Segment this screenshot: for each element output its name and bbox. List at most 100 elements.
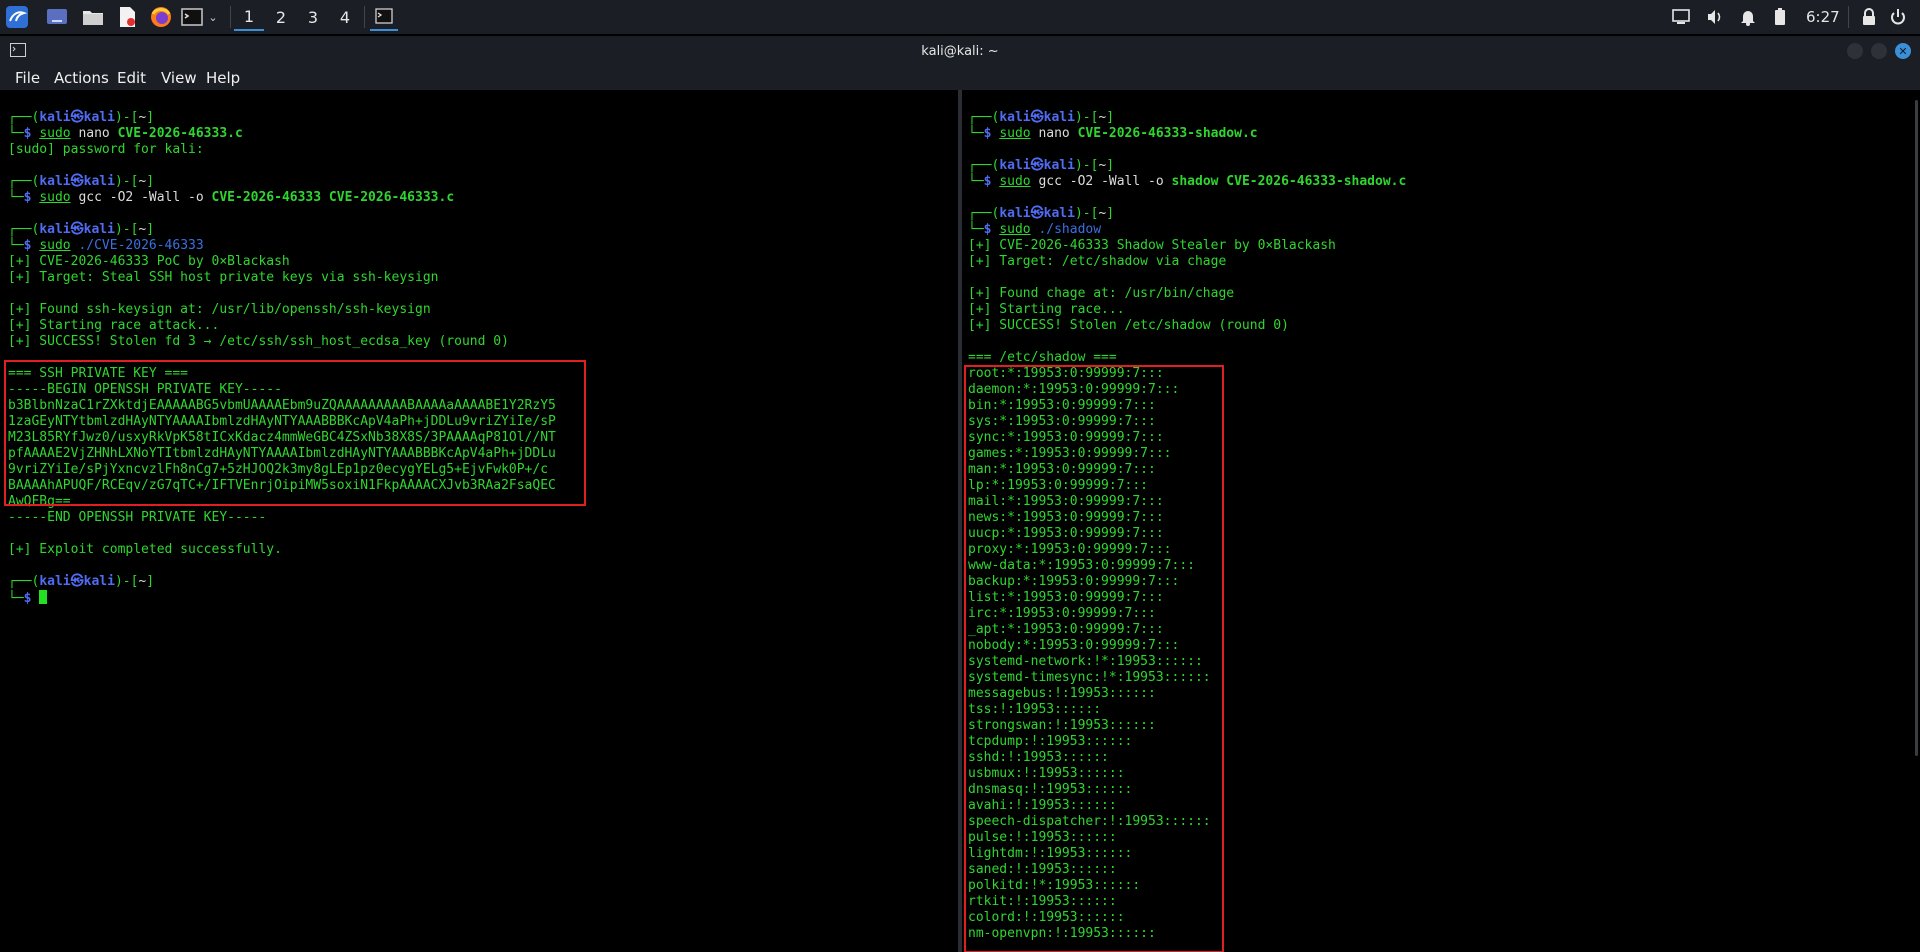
prompt-frame: )-[ (114, 110, 139, 125)
power-icon[interactable] (1890, 0, 1906, 34)
prompt-user-host: kali㉿kali (999, 110, 1075, 125)
terminal-line: └─$ sudo ./CVE-2026-46333 (8, 238, 556, 254)
terminal-line: [+] Found ssh-keysign at: /usr/lib/opens… (8, 302, 556, 318)
battery-icon[interactable] (1774, 0, 1786, 34)
menu-edit[interactable]: Edit (117, 69, 146, 87)
prompt-user-host: kali㉿kali (39, 574, 115, 589)
window-title: kali@kali: ~ (921, 43, 999, 59)
prompt-symbol: $ (983, 126, 1000, 141)
workspace-label: 3 (307, 7, 319, 27)
file-manager-icon[interactable] (80, 3, 106, 31)
prompt-symbol: $ (23, 238, 40, 253)
text-editor-icon[interactable] (114, 3, 140, 31)
terminal-line: [+] SUCCESS! Stolen fd 3 → /etc/ssh/ssh_… (8, 334, 556, 350)
workspace-2[interactable]: 2 (266, 3, 296, 31)
workspace-1[interactable]: 1 (234, 3, 264, 31)
panel-separator (364, 6, 365, 28)
command-part: shadow CVE-2026-46333-shadow.c (1171, 174, 1407, 189)
terminal-line: [+] Starting race... (968, 302, 1406, 318)
menu-file[interactable]: File (15, 69, 40, 87)
terminal-line: ┌──(kali㉿kali)-[~] (8, 110, 556, 126)
terminal-line: ┌──(kali㉿kali)-[~] (8, 574, 556, 590)
panel-separator (230, 6, 231, 28)
prompt-symbol: $ (23, 126, 40, 141)
terminal-line: [+] Target: /etc/shadow via chage (968, 254, 1406, 270)
close-icon: ✕ (1898, 44, 1908, 58)
prompt-frame: ┌──( (8, 174, 40, 189)
output-text: [+] Target: /etc/shadow via chage (968, 254, 1227, 269)
prompt-frame: └─ (8, 238, 24, 253)
clock[interactable]: 6:27 (1806, 0, 1840, 34)
terminal-line: === /etc/shadow === (968, 350, 1406, 366)
firefox-icon[interactable] (148, 3, 174, 31)
terminal-line: [+] CVE-2026-46333 PoC by 0×Blackash (8, 254, 556, 270)
output-text: [+] SUCCESS! Stolen /etc/shadow (round 0… (968, 318, 1289, 333)
terminal-line: ┌──(kali㉿kali)-[~] (8, 222, 556, 238)
prompt-frame: ┌──( (968, 110, 1000, 125)
terminal-pane-right[interactable]: ┌──(kali㉿kali)-[~] └─$ sudo nano CVE-2026… (962, 90, 1920, 952)
chevron-down-icon[interactable]: ⌄ (206, 3, 220, 31)
network-activity-graph (1508, 28, 1598, 43)
menu-view[interactable]: View (161, 69, 197, 87)
close-button[interactable]: ✕ (1895, 43, 1911, 59)
terminal-cursor (39, 590, 48, 604)
notifications-icon[interactable] (1740, 0, 1756, 34)
highlight-box-ssh-key (4, 360, 586, 506)
prompt-symbol: $ (983, 222, 1000, 237)
command-part: gcc -O2 -Wall -o (70, 190, 212, 205)
terminal-line: ┌──(kali㉿kali)-[~] (968, 110, 1406, 126)
terminal-line: ┌──(kali㉿kali)-[~] (8, 174, 556, 190)
menu-actions[interactable]: Actions (54, 69, 109, 87)
prompt-frame: )-[ (1074, 206, 1099, 221)
prompt-frame: ] (146, 174, 155, 189)
terminal-launcher-icon[interactable] (180, 3, 204, 31)
terminal-line: [+] SUCCESS! Stolen /etc/shadow (round 0… (968, 318, 1406, 334)
prompt-frame: ] (146, 574, 155, 589)
prompt-frame: ] (1106, 110, 1115, 125)
output-text: [+] Target: Steal SSH host private keys … (8, 270, 439, 285)
terminal-output: ┌──(kali㉿kali)-[~] └─$ sudo nano CVE-2026… (8, 110, 556, 606)
prompt-frame: ] (1106, 158, 1115, 173)
command-part: sudo (39, 126, 71, 141)
workspace-3[interactable]: 3 (298, 3, 328, 31)
prompt-user-host: kali㉿kali (39, 174, 115, 189)
lock-icon[interactable] (1862, 0, 1876, 34)
output-text: [+] Exploit completed successfully. (8, 542, 282, 557)
command-part: sudo (999, 174, 1031, 189)
maximize-button[interactable] (1871, 43, 1887, 59)
kali-menu-icon[interactable] (4, 3, 30, 31)
terminal-pane-left[interactable]: ┌──(kali㉿kali)-[~] └─$ sudo nano CVE-2026… (0, 90, 958, 952)
output-text: === /etc/shadow === (968, 350, 1117, 365)
terminal-line: [+] Found chage at: /usr/bin/chage (968, 286, 1406, 302)
prompt-symbol: $ (23, 190, 40, 205)
terminal-line: └─$ sudo ./shadow (968, 222, 1406, 238)
terminal-line: └─$ (8, 590, 556, 606)
command-part: nano (1030, 126, 1078, 141)
prompt-frame: )-[ (114, 174, 139, 189)
minimize-button[interactable] (1847, 43, 1863, 59)
output-text: [+] CVE-2026-46333 Shadow Stealer by 0×B… (968, 238, 1336, 253)
output-text: [+] Found chage at: /usr/bin/chage (968, 286, 1235, 301)
scrollbar[interactable] (1915, 100, 1918, 756)
terminal-line: [+] Starting race attack... (8, 318, 556, 334)
output-text: [+] Starting race... (968, 302, 1125, 317)
output-text: -----END OPENSSH PRIVATE KEY----- (8, 510, 267, 525)
display-icon[interactable] (1672, 0, 1690, 34)
menu-help[interactable]: Help (206, 69, 240, 87)
workspace-label: 1 (243, 6, 255, 26)
workspace-4[interactable]: 4 (330, 3, 360, 31)
taskbar-terminal-window[interactable] (370, 3, 398, 31)
output-text: [+] SUCCESS! Stolen fd 3 → /etc/ssh/ssh_… (8, 334, 509, 349)
window-titlebar[interactable]: kali@kali: ~ ✕ (0, 36, 1920, 66)
terminal-line: ┌──(kali㉿kali)-[~] (968, 158, 1406, 174)
output-text: [sudo] password for kali: (8, 142, 204, 157)
terminal-line: └─$ sudo gcc -O2 -Wall -o CVE-2026-46333… (8, 190, 556, 206)
command-part: CVE-2026-46333-shadow.c (1077, 126, 1258, 141)
volume-icon[interactable] (1706, 0, 1724, 34)
show-desktop-icon[interactable] (44, 3, 70, 31)
